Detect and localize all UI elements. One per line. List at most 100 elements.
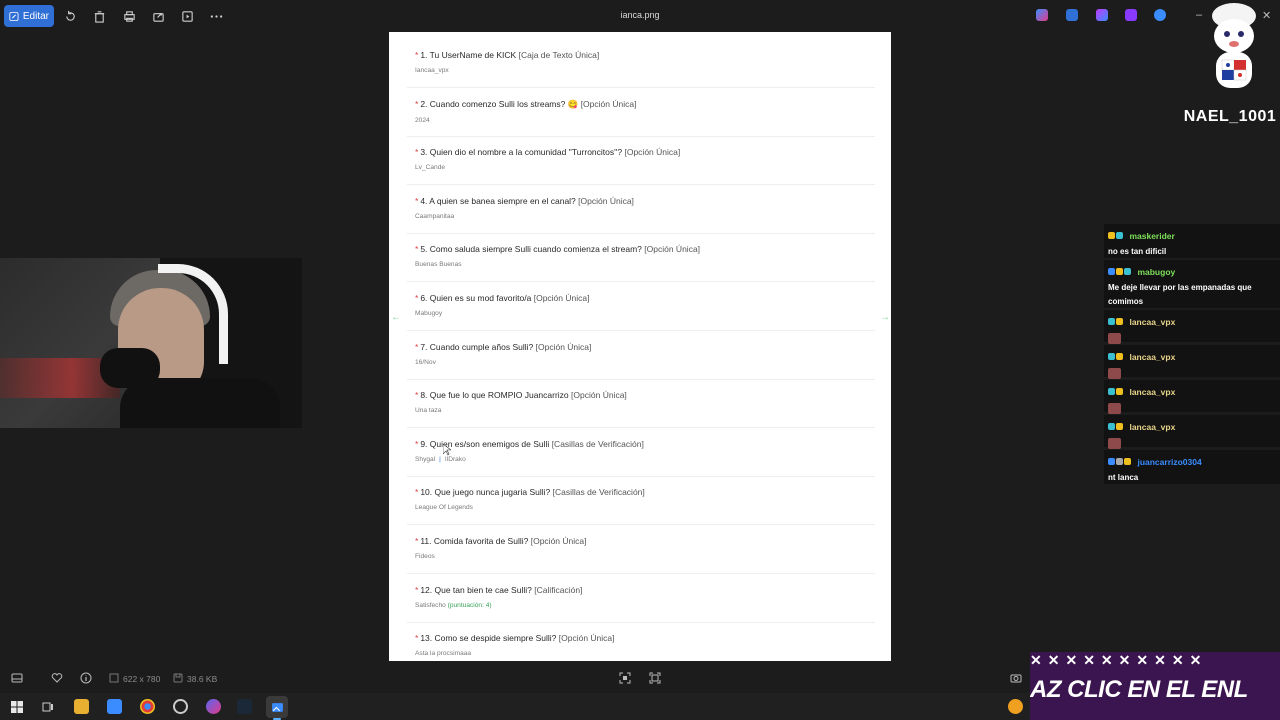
previous-image-icon[interactable]: ←	[391, 312, 401, 323]
divider	[407, 233, 875, 234]
question-item: * 4. A quien se banea siempre en el canal…	[415, 196, 875, 220]
chat-badges	[1108, 232, 1123, 240]
question-answer: 16/Nov	[415, 359, 436, 366]
chat-username[interactable]: lancaa_vpx	[1129, 317, 1175, 327]
chat-badges	[1108, 388, 1123, 396]
question-answer: Lv_Cande	[415, 164, 446, 171]
chat-username[interactable]: juancarrizo0304	[1137, 457, 1201, 467]
slideshow-icon[interactable]	[179, 8, 195, 24]
edit-icon	[9, 11, 19, 21]
question-title: * 9. Quien es/son enemigos de Sulli [Casi…	[415, 439, 644, 449]
chat-message: mabugoy Me deje llevar por las empanadas…	[1104, 260, 1280, 308]
banner-marks: ✕✕✕✕✕✕✕✕✕✕	[1030, 652, 1208, 668]
stream-banner: ✕✕✕✕✕✕✕✕✕✕ AZ CLIC EN EL ENL	[1030, 652, 1280, 720]
divider	[407, 427, 875, 428]
question-title: * 11. Comida favorita de Sulli? [Opción Ú…	[415, 536, 587, 546]
chrome-icon[interactable]	[140, 699, 155, 714]
chat-text: Me deje llevar por las empanadas que com…	[1108, 283, 1252, 306]
divider	[407, 476, 875, 477]
question-title: * 2. Cuando comenzo Sulli los streams? 😋 …	[415, 99, 637, 109]
mascot-image	[1196, 2, 1272, 98]
question-item: * 6. Quien es su mod favorito/a [Opción Ú…	[415, 293, 875, 317]
question-answer: Una taza	[415, 407, 442, 414]
info-icon[interactable]	[80, 671, 92, 684]
chat-message: juancarrizo0304 nt lanca	[1104, 450, 1280, 484]
favorite-icon[interactable]	[51, 671, 63, 683]
divider	[407, 136, 875, 137]
rotate-icon[interactable]	[62, 8, 78, 24]
top-toolbar: Editar ianca.png – ✕	[0, 0, 1280, 32]
print-icon[interactable]	[121, 8, 137, 24]
question-answer: Buenas Buenas	[415, 261, 462, 268]
chat-emote	[1108, 368, 1121, 379]
photos-app-icon[interactable]	[266, 696, 288, 720]
more-options-icon[interactable]	[208, 8, 224, 24]
question-answer: Fideos	[415, 553, 435, 560]
chat-badges	[1108, 353, 1123, 361]
question-item: * 12. Que tan bien te cae Sulli? [Calific…	[415, 585, 875, 609]
chat-emote	[1108, 438, 1121, 449]
video-editor-icon[interactable]	[1125, 9, 1137, 21]
calculator-icon[interactable]	[107, 699, 122, 714]
question-item: * 2. Cuando comenzo Sulli los streams? 😋 …	[415, 99, 875, 124]
mouse-cursor-icon	[443, 444, 451, 456]
chat-username[interactable]: lancaa_vpx	[1129, 387, 1175, 397]
steam-icon[interactable]	[237, 699, 252, 714]
question-item: * 5. Como saluda siempre Sulli cuando com…	[415, 244, 875, 268]
question-title: * 5. Como saluda siempre Sulli cuando com…	[415, 244, 701, 254]
question-item: * 8. Que fue lo que ROMPIO Juancarrizo [O…	[415, 390, 875, 414]
chat-badges	[1108, 268, 1131, 276]
file-title: ianca.png	[620, 10, 660, 20]
chat-username[interactable]: lancaa_vpx	[1129, 422, 1175, 432]
next-image-icon[interactable]: →	[880, 312, 890, 323]
photos-app-window: Editar ianca.png – ✕ * 1. Tu UserName de …	[0, 0, 1280, 720]
actual-size-icon[interactable]	[649, 671, 661, 684]
question-answer: Mabugoy	[415, 310, 443, 317]
edit-label: Editar	[22, 10, 49, 22]
chat-emote	[1108, 403, 1121, 414]
divider	[407, 87, 875, 88]
chat-username[interactable]: maskerider	[1129, 231, 1174, 241]
chat-username[interactable]: mabugoy	[1137, 267, 1175, 277]
discord-icon[interactable]	[206, 699, 221, 714]
copilot-icon[interactable]	[1036, 9, 1048, 21]
question-item: * 3. Quien dio el nombre a la comunidad '…	[415, 147, 875, 171]
question-item: * 13. Como se despide siempre Sulli? [Opc…	[415, 633, 875, 657]
onedrive-icon[interactable]	[1154, 9, 1166, 21]
question-title: * 10. Que juego nunca jugaria Sulli? [Cas…	[415, 487, 645, 497]
streamer-name: NAEL_1001	[1183, 108, 1277, 125]
task-view-icon[interactable]	[40, 699, 55, 714]
chat-badges	[1108, 458, 1131, 466]
file-explorer-icon[interactable]	[74, 699, 89, 714]
windows-start-icon[interactable]	[9, 699, 24, 714]
chat-text: nt lanca	[1108, 473, 1139, 482]
question-title: * 4. A quien se banea siempre en el canal…	[415, 196, 634, 206]
chat-username[interactable]: lancaa_vpx	[1129, 352, 1175, 362]
question-item: * 7. Cuando cumple años Sulli? [Opción Ún…	[415, 342, 875, 366]
chat-message: lancaa_vpx	[1104, 415, 1280, 449]
divider	[407, 524, 875, 525]
designer-icon[interactable]	[1066, 9, 1078, 21]
chat-badges	[1108, 318, 1123, 326]
question-item: * 11. Comida favorita de Sulli? [Opción Ú…	[415, 536, 875, 560]
screenshot-icon[interactable]	[1010, 671, 1022, 683]
notification-icon[interactable]	[1008, 699, 1023, 714]
divider	[407, 281, 875, 282]
question-answer: Iancaa_vpx	[415, 67, 449, 74]
question-answer: League Of Legends	[415, 504, 473, 511]
question-title: * 1. Tu UserName de KICK [Caja de Texto Ú…	[415, 50, 600, 60]
clipchamp-icon[interactable]	[1096, 9, 1108, 21]
divider	[407, 379, 875, 380]
fit-to-window-icon[interactable]	[619, 671, 631, 684]
chat-message: maskerider no es tan dificil	[1104, 224, 1280, 258]
filmstrip-icon[interactable]	[11, 671, 23, 683]
delete-icon[interactable]	[91, 8, 107, 24]
edit-button[interactable]: Editar	[4, 5, 54, 27]
obs-icon[interactable]	[173, 699, 188, 714]
filesize-icon	[172, 671, 184, 683]
question-title: * 6. Quien es su mod favorito/a [Opción Ú…	[415, 293, 590, 303]
share-icon[interactable]	[150, 8, 166, 24]
dimensions-icon	[108, 671, 120, 683]
chat-badges	[1108, 423, 1123, 431]
question-item: * 1. Tu UserName de KICK [Caja de Texto Ú…	[415, 50, 875, 74]
